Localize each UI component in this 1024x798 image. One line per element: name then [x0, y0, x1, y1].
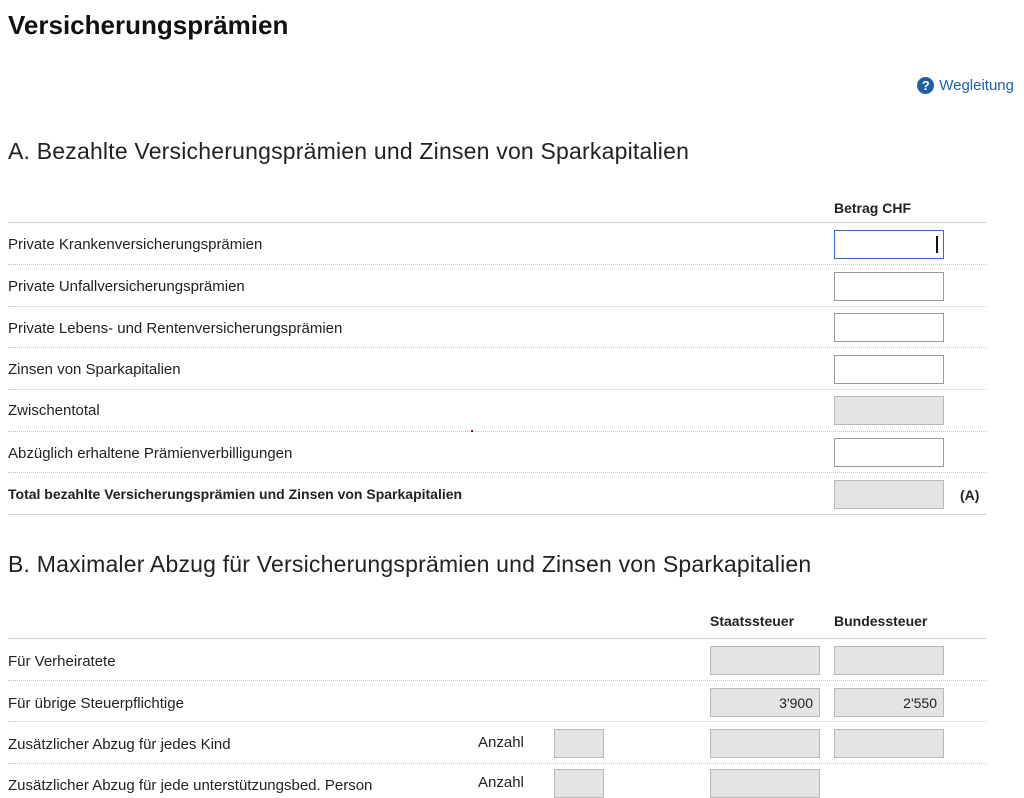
output-uebrige-bund	[834, 688, 944, 717]
row-divider	[8, 763, 986, 764]
label-lebensversicherung: Private Lebens- und Rentenversicherungsp…	[8, 320, 343, 337]
input-krankenversicherung[interactable]	[834, 230, 944, 259]
label-verheiratete: Für Verheiratete	[8, 653, 116, 670]
label-unfallversicherung: Private Unfallversicherungsprämien	[8, 278, 245, 295]
row-divider	[8, 472, 986, 473]
text-cursor	[936, 236, 938, 253]
column-header-amount: Betrag CHF	[834, 200, 912, 216]
section-a-title: A. Bezahlte Versicherungsprämien und Zin…	[8, 138, 690, 164]
question-circle-icon: ?	[917, 77, 935, 94]
row-divider	[8, 347, 986, 348]
output-zwischentotal	[834, 396, 944, 425]
label-praemienverbilligungen: Abzüglich erhaltene Prämienverbilligunge…	[8, 445, 293, 462]
label-total-a: Total bezahlte Versicherungsprämien und …	[8, 486, 463, 502]
input-praemienverbilligungen[interactable]	[834, 438, 944, 467]
label-abzug-kind: Zusätzlicher Abzug für jedes Kind	[8, 736, 231, 753]
help-link[interactable]: ? Wegleitung	[917, 77, 1014, 94]
column-header-staatssteuer: Staatssteuer	[710, 613, 795, 629]
section-a-end-divider	[8, 514, 986, 515]
row-divider	[8, 721, 986, 722]
stray-mark	[471, 430, 473, 432]
input-unfallversicherung[interactable]	[834, 272, 944, 301]
row-divider	[8, 389, 986, 390]
page-title: Versicherungsprämien	[8, 10, 289, 40]
input-zinsen-sparkapitalien[interactable]	[834, 355, 944, 384]
row-divider	[8, 264, 986, 265]
output-verheiratete-bund	[834, 646, 944, 675]
output-person-staat	[710, 769, 820, 798]
count-label-kind: Anzahl	[478, 734, 524, 751]
output-total-a	[834, 480, 944, 509]
help-link-label: Wegleitung	[939, 77, 1014, 94]
section-b-title: B. Maximaler Abzug für Versicherungspräm…	[8, 551, 812, 577]
label-abzug-unterstuetzte-person: Zusätzlicher Abzug für jede unterstützun…	[8, 777, 373, 794]
input-lebensversicherung[interactable]	[834, 313, 944, 342]
output-kind-staat	[710, 729, 820, 758]
total-a-marker: (A)	[960, 487, 980, 503]
count-label-person: Anzahl	[478, 774, 524, 791]
output-uebrige-staat	[710, 688, 820, 717]
row-divider	[8, 680, 986, 681]
label-uebrige-steuerpflichtige: Für übrige Steuerpflichtige	[8, 695, 184, 712]
output-anzahl-kinder	[554, 729, 604, 758]
output-verheiratete-staat	[710, 646, 820, 675]
row-divider	[8, 431, 986, 432]
label-zinsen-sparkapitalien: Zinsen von Sparkapitalien	[8, 361, 181, 378]
header-divider	[8, 638, 986, 639]
output-anzahl-personen	[554, 769, 604, 798]
column-header-bundessteuer: Bundessteuer	[834, 613, 928, 629]
output-kind-bund	[834, 729, 944, 758]
label-zwischentotal: Zwischentotal	[8, 402, 100, 419]
label-krankenversicherung: Private Krankenversicherungsprämien	[8, 236, 263, 253]
header-divider	[8, 222, 986, 223]
row-divider	[8, 306, 986, 307]
